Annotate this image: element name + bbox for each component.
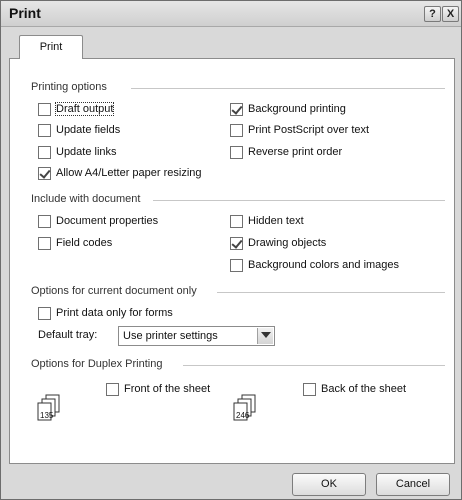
front-sheet-pages-icon: 135 [37, 394, 60, 421]
checkbox-label: Allow A4/Letter paper resizing [56, 167, 202, 179]
checkbox-box[interactable] [38, 166, 51, 180]
checkbox-box[interactable] [303, 382, 316, 396]
default-tray-value: Use printer settings [123, 330, 218, 342]
printing-options-heading: Printing options [31, 81, 107, 93]
update-links-checkbox[interactable]: Update links [38, 144, 117, 160]
checkbox-label: Print data only for forms [56, 307, 173, 319]
checkbox-label: Back of the sheet [321, 383, 406, 395]
reverse-print-order-checkbox[interactable]: Reverse print order [230, 144, 342, 160]
help-button[interactable]: ? [424, 6, 441, 22]
divider [217, 292, 445, 293]
divider [183, 365, 445, 366]
background-colors-images-checkbox[interactable]: Background colors and images [230, 257, 399, 273]
checkbox-box[interactable] [106, 382, 119, 396]
back-sheet-pages-icon: 246 [233, 394, 256, 421]
include-with-document-heading: Include with document [31, 193, 141, 205]
back-of-sheet-checkbox[interactable]: Back of the sheet [303, 381, 406, 397]
back-sheet-digits: 246 [236, 411, 250, 420]
print-postscript-over-text-checkbox[interactable]: Print PostScript over text [230, 122, 369, 138]
print-dialog: Print ? X Print Printing options Draft o… [0, 0, 462, 500]
checkbox-box[interactable] [38, 145, 51, 159]
duplex-options-heading: Options for Duplex Printing [31, 358, 163, 370]
checkbox-box[interactable] [230, 214, 243, 228]
checkbox-label: Update links [56, 146, 117, 158]
cancel-button[interactable]: Cancel [376, 473, 450, 496]
draft-output-checkbox[interactable]: Draft output [38, 101, 115, 117]
divider [153, 200, 445, 201]
checkbox-label: Background printing [248, 103, 346, 115]
front-of-sheet-checkbox[interactable]: Front of the sheet [106, 381, 210, 397]
checkbox-label: Field codes [56, 237, 113, 249]
default-tray-select[interactable]: Use printer settings [118, 326, 275, 346]
checkbox-box[interactable] [38, 102, 51, 116]
dialog-title: Print [9, 5, 41, 21]
checkbox-label: Print PostScript over text [248, 124, 370, 136]
checkbox-box[interactable] [38, 236, 51, 250]
checkbox-box[interactable] [38, 214, 51, 228]
chevron-down-icon[interactable] [257, 328, 273, 344]
checkbox-label: Update fields [56, 124, 121, 136]
tab-print[interactable]: Print [19, 35, 83, 59]
drawing-objects-checkbox[interactable]: Drawing objects [230, 235, 326, 251]
checkbox-label: Background colors and images [248, 259, 400, 271]
allow-a4-letter-resizing-checkbox[interactable]: Allow A4/Letter paper resizing [38, 165, 202, 181]
title-bar[interactable]: Print ? X [1, 1, 461, 27]
divider [131, 88, 445, 89]
checkbox-box[interactable] [230, 145, 243, 159]
checkbox-box[interactable] [230, 123, 243, 137]
front-sheet-digits: 135 [40, 411, 54, 420]
document-properties-checkbox[interactable]: Document properties [38, 213, 158, 229]
hidden-text-checkbox[interactable]: Hidden text [230, 213, 304, 229]
checkbox-label: Front of the sheet [124, 383, 211, 395]
checkbox-box[interactable] [38, 306, 51, 320]
checkbox-label: Reverse print order [248, 146, 343, 158]
checkbox-label: Hidden text [248, 215, 304, 227]
field-codes-checkbox[interactable]: Field codes [38, 235, 112, 251]
background-printing-checkbox[interactable]: Background printing [230, 101, 346, 117]
checkbox-box[interactable] [230, 236, 243, 250]
default-tray-label: Default tray: [38, 329, 98, 341]
checkbox-box[interactable] [230, 102, 243, 116]
close-button[interactable]: X [442, 6, 459, 22]
checkbox-label: Draft output [54, 102, 115, 116]
checkbox-box[interactable] [230, 258, 243, 272]
print-data-only-forms-checkbox[interactable]: Print data only for forms [38, 305, 173, 321]
ok-button[interactable]: OK [292, 473, 366, 496]
current-document-options-heading: Options for current document only [31, 285, 197, 297]
checkbox-label: Drawing objects [248, 237, 327, 249]
checkbox-label: Document properties [56, 215, 159, 227]
update-fields-checkbox[interactable]: Update fields [38, 122, 120, 138]
checkbox-box[interactable] [38, 123, 51, 137]
